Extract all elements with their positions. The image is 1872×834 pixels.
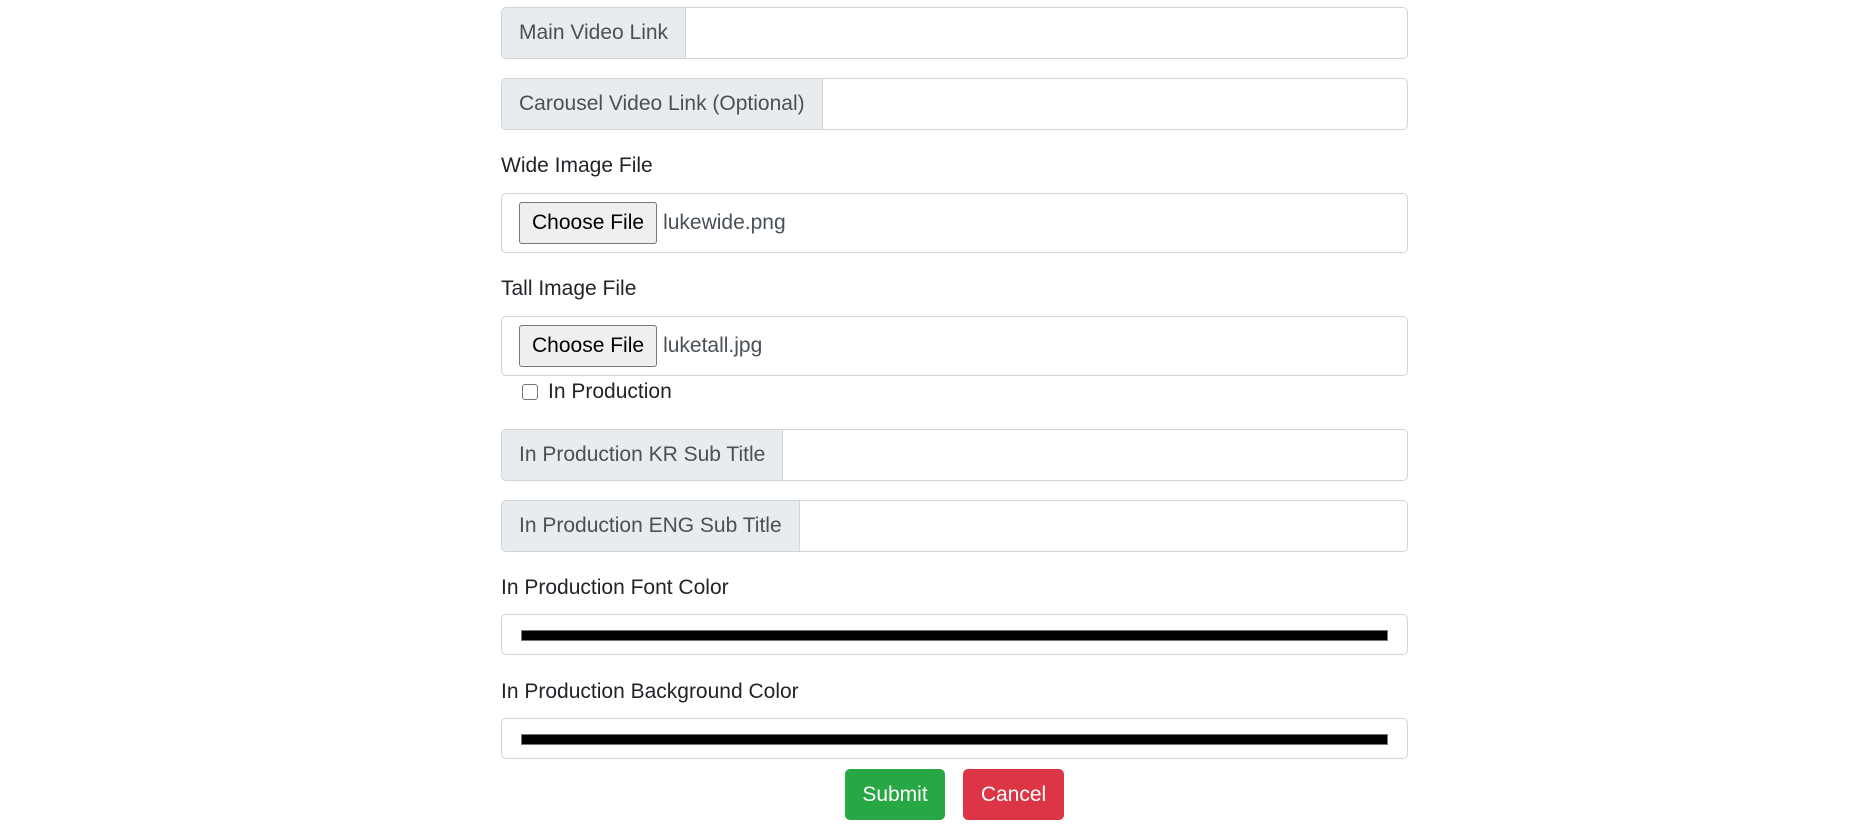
carousel-video-link-input[interactable]: [822, 78, 1408, 130]
tall-image-choose-file-button[interactable]: Choose File: [519, 325, 658, 367]
kr-sub-title-group: In Production KR Sub Title: [501, 429, 1408, 481]
main-video-link-label: Main Video Link: [501, 7, 687, 59]
tall-image-file-name: luketall.jpg: [663, 334, 763, 357]
kr-sub-title-label: In Production KR Sub Title: [501, 429, 784, 481]
wide-image-file-label: Wide Image File: [501, 154, 653, 177]
tall-image-file-input: Choose File luketall.jpg: [501, 316, 1408, 376]
eng-sub-title-label: In Production ENG Sub Title: [501, 500, 800, 552]
font-color-swatch: [521, 630, 1388, 641]
background-color-picker[interactable]: [501, 718, 1408, 759]
carousel-video-link-label: Carousel Video Link (Optional): [501, 78, 823, 130]
in-production-check-row: In Production: [522, 380, 672, 404]
main-video-link-group: Main Video Link: [501, 7, 1408, 59]
wide-image-file-name: lukewide.png: [663, 211, 786, 234]
in-production-checkbox[interactable]: [522, 384, 538, 400]
font-color-picker[interactable]: [501, 614, 1408, 655]
wide-image-file-input: Choose File lukewide.png: [501, 193, 1408, 253]
submit-button[interactable]: Submit: [845, 769, 945, 820]
in-production-label: In Production: [548, 380, 672, 403]
eng-sub-title-input[interactable]: [799, 500, 1408, 552]
background-color-swatch: [521, 734, 1388, 745]
eng-sub-title-group: In Production ENG Sub Title: [501, 500, 1408, 552]
tall-image-file-label: Tall Image File: [501, 277, 637, 300]
main-video-link-input[interactable]: [686, 7, 1408, 59]
carousel-video-link-group: Carousel Video Link (Optional): [501, 78, 1408, 130]
kr-sub-title-input[interactable]: [783, 429, 1408, 481]
cancel-button[interactable]: Cancel: [963, 769, 1064, 820]
wide-image-choose-file-button[interactable]: Choose File: [519, 202, 658, 244]
background-color-label: In Production Background Color: [501, 680, 799, 703]
font-color-label: In Production Font Color: [501, 576, 729, 599]
